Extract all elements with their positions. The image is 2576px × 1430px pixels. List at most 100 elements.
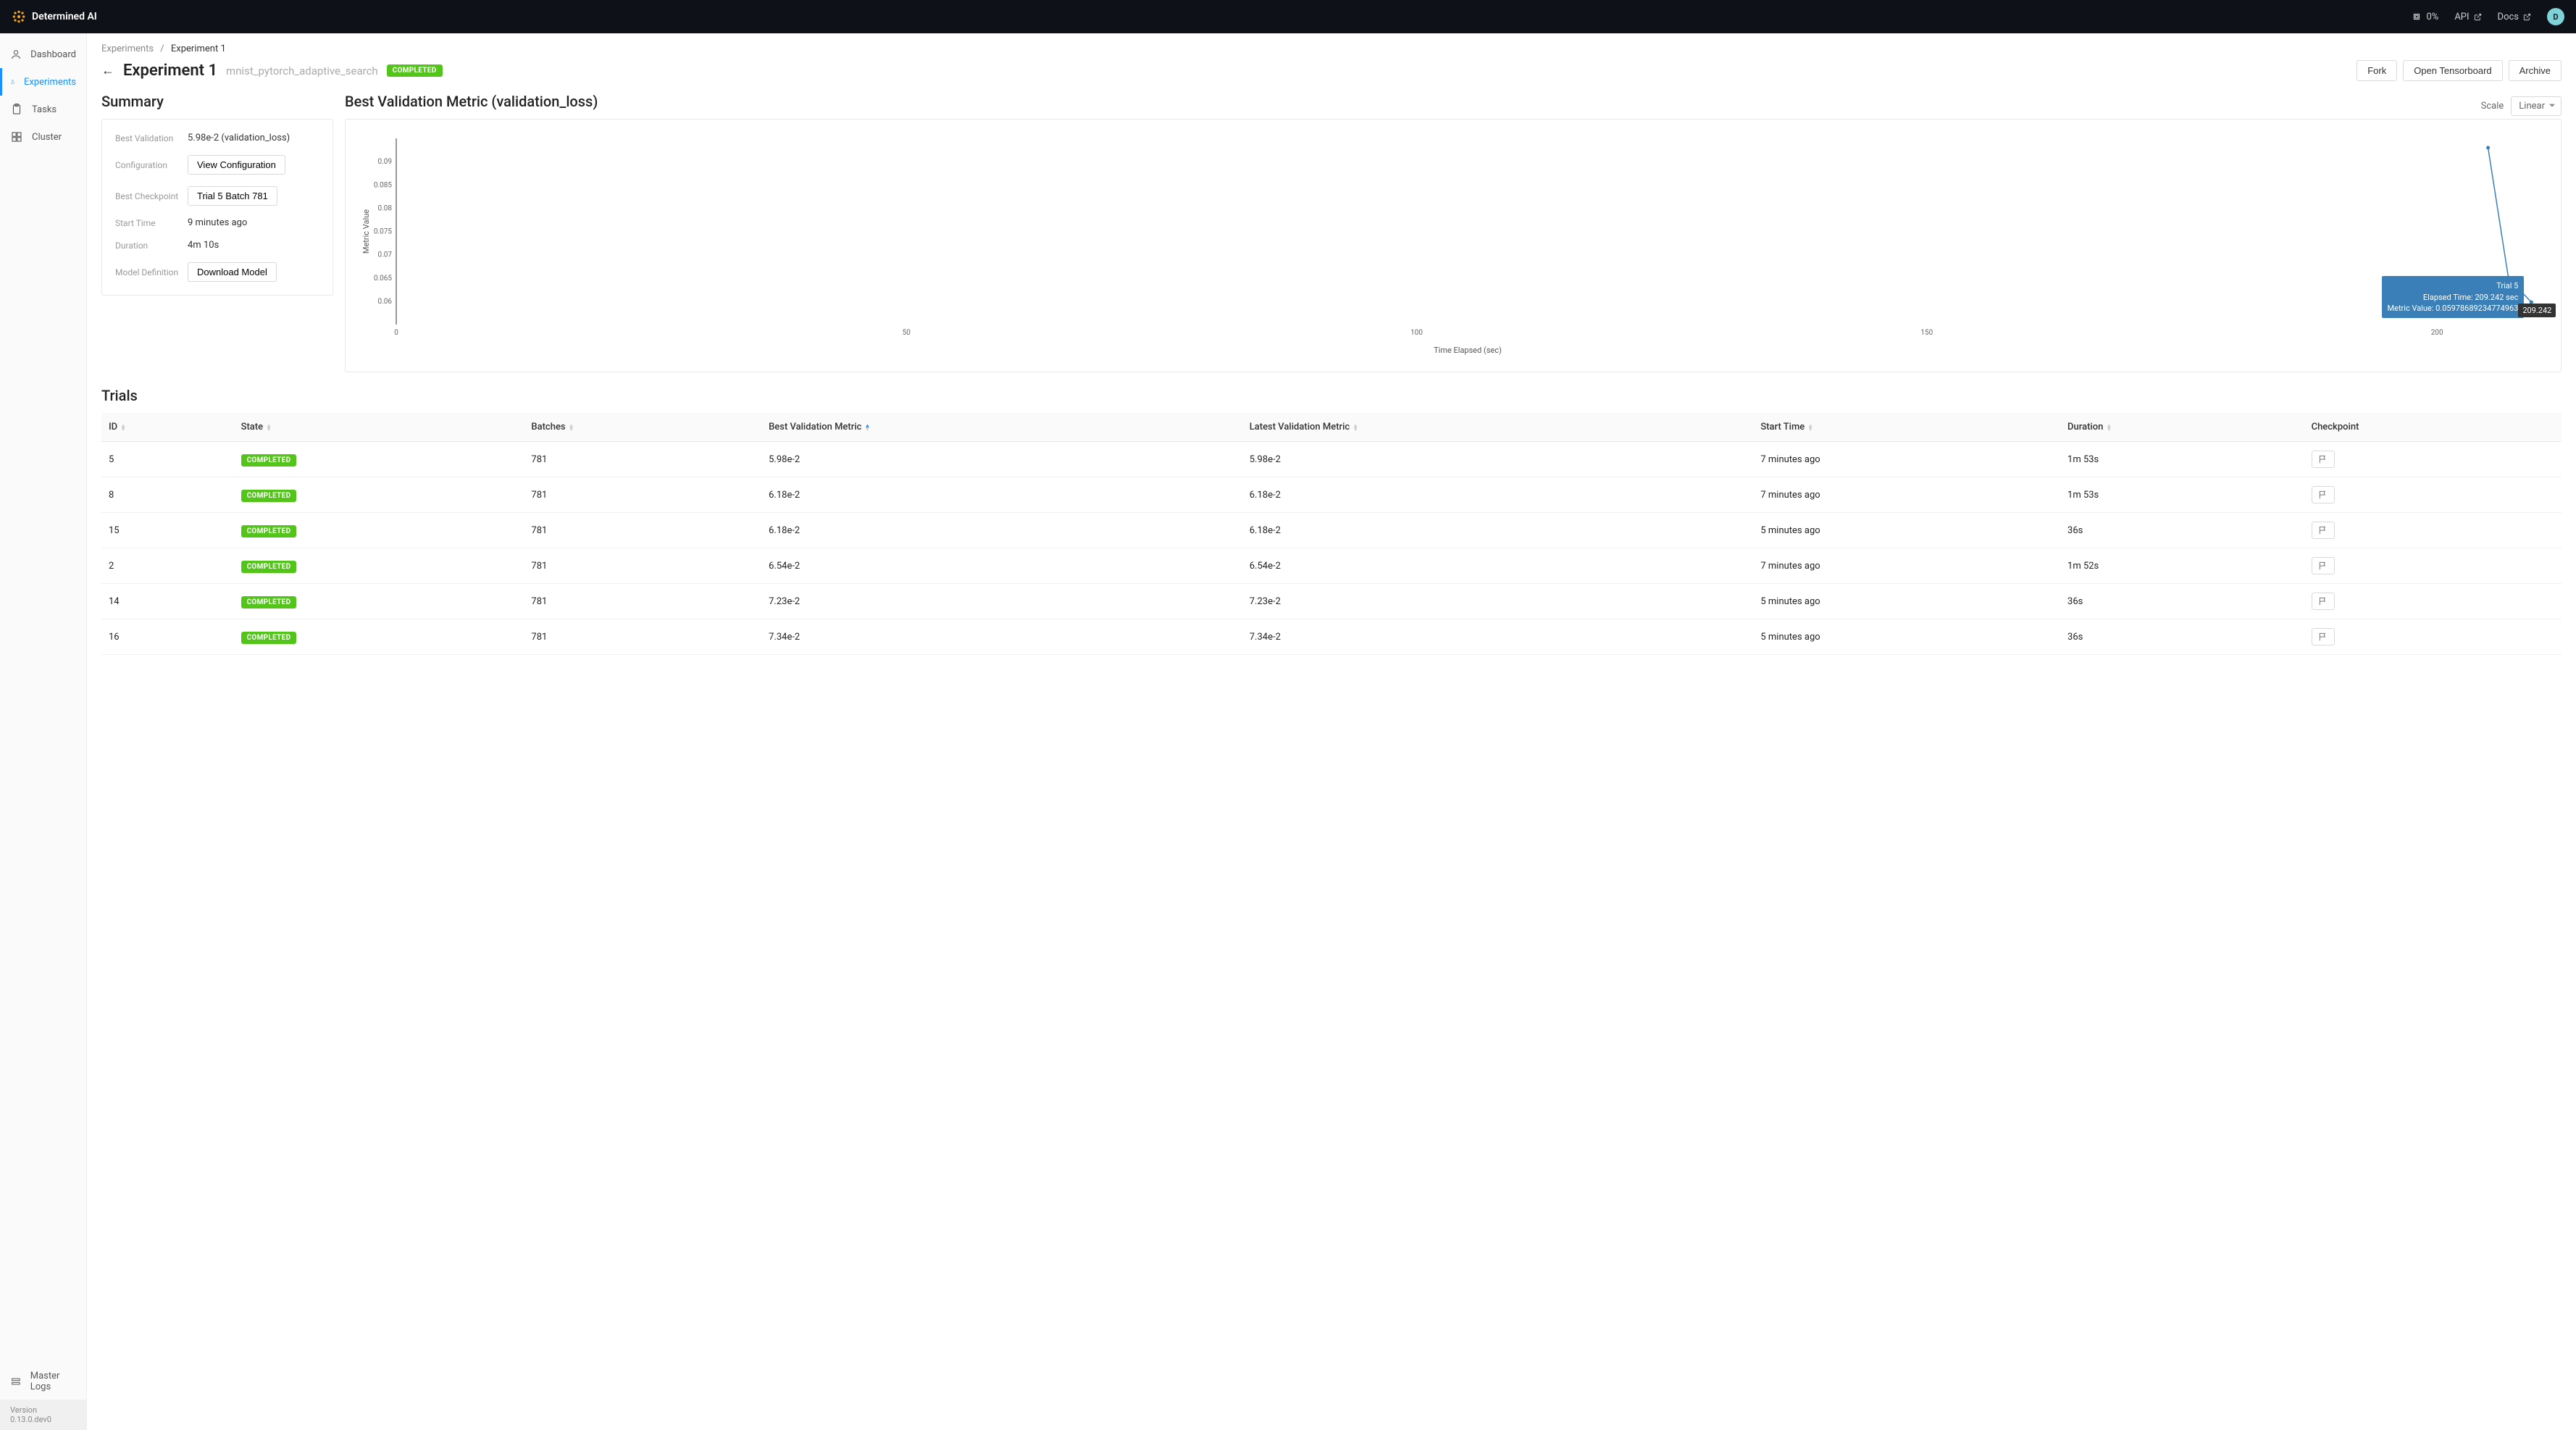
best-validation-value: 5.98e-2 (validation_loss) (188, 133, 290, 143)
svg-text:0: 0 (394, 329, 398, 337)
back-arrow-icon[interactable]: ← (101, 63, 114, 78)
main-content: Experiments / Experiment 1 ← Experiment … (87, 33, 2576, 1430)
cell-id: 14 (101, 584, 234, 619)
status-badge: COMPLETED (387, 64, 443, 77)
scale-select[interactable]: Linear (2511, 96, 2562, 116)
cell-state: COMPLETED (234, 584, 524, 619)
svg-text:50: 50 (903, 329, 911, 337)
open-tensorboard-button[interactable]: Open Tensorboard (2403, 60, 2502, 81)
flag-icon (2318, 632, 2328, 642)
logs-icon (10, 1375, 22, 1388)
checkpoint-button[interactable] (2312, 593, 2335, 610)
archive-button[interactable]: Archive (2509, 60, 2562, 81)
api-link[interactable]: API (2454, 12, 2481, 22)
svg-text:0.075: 0.075 (374, 228, 392, 236)
sidebar-item-dashboard[interactable]: Dashboard (0, 41, 86, 68)
svg-text:150: 150 (1920, 329, 1933, 337)
summary-label: Best Checkpoint (115, 191, 188, 201)
chip-icon (2412, 12, 2422, 22)
docs-link[interactable]: Docs (2498, 12, 2531, 22)
sidebar-item-experiments[interactable]: Experiments (0, 68, 86, 96)
cell-best-val: 6.18e-2 (761, 477, 1242, 513)
brand-logo[interactable]: Determined AI (12, 9, 97, 24)
table-row[interactable]: 5 COMPLETED 781 5.98e-2 5.98e-2 7 minute… (101, 442, 2562, 477)
avatar-letter: D (2553, 12, 2558, 22)
download-model-button[interactable]: Download Model (188, 262, 277, 282)
external-link-icon (2523, 13, 2531, 21)
sidebar-item-label: Dashboard (30, 49, 76, 60)
scale-label: Scale (2481, 101, 2504, 112)
best-checkpoint-button[interactable]: Trial 5 Batch 781 (188, 186, 277, 206)
col-state[interactable]: State▲▼ (234, 413, 524, 442)
summary-label: Best Validation (115, 133, 188, 143)
checkpoint-button[interactable] (2312, 628, 2335, 645)
summary-box: Best Validation 5.98e-2 (validation_loss… (101, 119, 333, 296)
page-header: ← Experiment 1 mnist_pytorch_adaptive_se… (101, 60, 2562, 81)
cell-batches: 781 (524, 548, 761, 584)
topbar: Determined AI 0% API Docs D (0, 0, 2576, 33)
table-row[interactable]: 8 COMPLETED 781 6.18e-2 6.18e-2 7 minute… (101, 477, 2562, 513)
checkpoint-button[interactable] (2312, 522, 2335, 539)
table-row[interactable]: 16 COMPLETED 781 7.34e-2 7.34e-2 5 minut… (101, 619, 2562, 655)
cell-duration: 36s (2060, 584, 2304, 619)
cell-batches: 781 (524, 513, 761, 548)
breadcrumb-parent[interactable]: Experiments (101, 43, 154, 54)
sidebar-item-master-logs[interactable]: Master Logs (0, 1363, 86, 1400)
summary-label: Configuration (115, 160, 188, 170)
checkpoint-button[interactable] (2312, 557, 2335, 574)
svg-text:0.085: 0.085 (374, 181, 392, 189)
view-configuration-button[interactable]: View Configuration (188, 155, 285, 175)
svg-text:200: 200 (2431, 329, 2443, 337)
col-id[interactable]: ID▲▼ (101, 413, 234, 442)
col-checkpoint: Checkpoint (2304, 413, 2562, 442)
chart-area[interactable]: 0.060.0650.070.0750.080.0850.09050100150… (345, 119, 2562, 372)
svg-text:Time Elapsed (sec): Time Elapsed (sec) (1434, 346, 1502, 355)
cell-id: 8 (101, 477, 234, 513)
checkpoint-button[interactable] (2312, 451, 2335, 468)
usage-indicator[interactable]: 0% (2412, 12, 2438, 22)
cell-latest-val: 7.34e-2 (1242, 619, 1754, 655)
brand-text: Determined AI (32, 11, 97, 22)
svg-text:0.07: 0.07 (378, 251, 393, 259)
col-best-val[interactable]: Best Validation Metric▲▼ (761, 413, 1242, 442)
checkpoint-button[interactable] (2312, 486, 2335, 503)
cell-duration: 1m 52s (2060, 548, 2304, 584)
sidebar-item-tasks[interactable]: Tasks (0, 96, 86, 123)
cell-state: COMPLETED (234, 442, 524, 477)
cell-state: COMPLETED (234, 548, 524, 584)
cell-start-time: 5 minutes ago (1753, 584, 2060, 619)
sidebar-item-label: Cluster (32, 132, 62, 143)
cell-batches: 781 (524, 584, 761, 619)
cell-batches: 781 (524, 619, 761, 655)
trials-table: ID▲▼ State▲▼ Batches▲▼ Best Validation M… (101, 413, 2562, 655)
table-row[interactable]: 15 COMPLETED 781 6.18e-2 6.18e-2 5 minut… (101, 513, 2562, 548)
avatar[interactable]: D (2547, 8, 2564, 25)
page-title: Experiment 1 (123, 62, 217, 80)
cell-latest-val: 5.98e-2 (1242, 442, 1754, 477)
svg-text:0.08: 0.08 (378, 204, 393, 212)
cell-latest-val: 6.54e-2 (1242, 548, 1754, 584)
cell-duration: 1m 53s (2060, 442, 2304, 477)
col-latest-val[interactable]: Latest Validation Metric▲▼ (1242, 413, 1754, 442)
cell-start-time: 7 minutes ago (1753, 442, 2060, 477)
breadcrumb-sep: / (160, 43, 164, 54)
col-batches[interactable]: Batches▲▼ (524, 413, 761, 442)
breadcrumb: Experiments / Experiment 1 (101, 43, 2562, 54)
cell-id: 5 (101, 442, 234, 477)
sidebar-item-label: Experiments (24, 77, 76, 88)
cell-state: COMPLETED (234, 513, 524, 548)
table-row[interactable]: 2 COMPLETED 781 6.54e-2 6.54e-2 7 minute… (101, 548, 2562, 584)
sidebar-item-cluster[interactable]: Cluster (0, 123, 86, 151)
fork-button[interactable]: Fork (2357, 60, 2397, 81)
cell-best-val: 5.98e-2 (761, 442, 1242, 477)
col-start-time[interactable]: Start Time▲▼ (1753, 413, 2060, 442)
cell-best-val: 7.34e-2 (761, 619, 1242, 655)
flag-icon (2318, 561, 2328, 571)
summary-label: Model Definition (115, 267, 188, 277)
chart-tooltip-x: 209.242 (2518, 304, 2556, 317)
table-row[interactable]: 14 COMPLETED 781 7.23e-2 7.23e-2 5 minut… (101, 584, 2562, 619)
col-duration[interactable]: Duration▲▼ (2060, 413, 2304, 442)
cell-latest-val: 7.23e-2 (1242, 584, 1754, 619)
svg-text:0.065: 0.065 (374, 275, 392, 283)
summary-label: Duration (115, 241, 188, 251)
